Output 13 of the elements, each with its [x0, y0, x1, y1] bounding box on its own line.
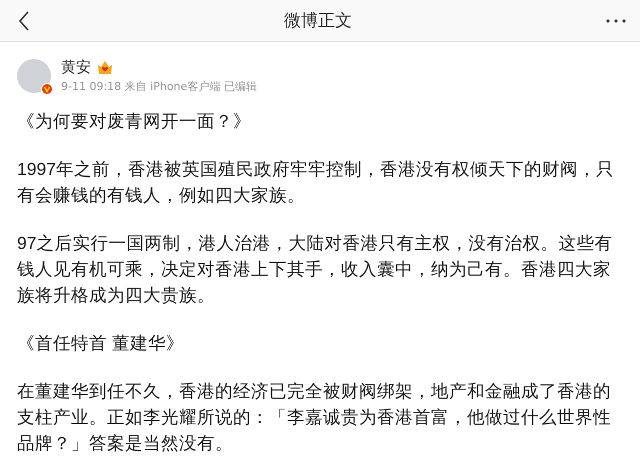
- paragraph: 在董建华到任不久，香港的经济已完全被财阀绑架，地产和金融成了香港的支柱产业。正如李光耀所说的：「李嘉诚贵为香港首富，他做过什么世界性品牌？」答案是当然没有。: [17, 380, 612, 455]
- paragraph: 《为何要对废青网开一面？》: [17, 110, 252, 133]
- back-icon: [18, 10, 30, 30]
- page-title: 微博正文: [284, 10, 352, 32]
- author-name[interactable]: 黄安: [61, 58, 91, 77]
- paragraph: 97之后实行一国两制，港人治港，大陆对香港只有主权，没有治权。这些有钱人见有机可乘，决定对香港上下其手，收入囊中，纳为己有。香港四大家族将升格成为四大贵族。: [17, 232, 614, 307]
- crown-badge-icon: [97, 60, 113, 75]
- post-meta: 9-11 09:18 来自 iPhone客户端 已编辑: [61, 79, 257, 94]
- more-icon: [606, 18, 626, 22]
- paragraph: 1997年之前，香港被英国殖民政府牢牢控制，香港没有权倾天下的财阀，只有会赚钱的有钱人，例如四大家族。: [17, 158, 615, 207]
- avatar[interactable]: [17, 59, 51, 93]
- verified-badge-icon: [41, 83, 53, 95]
- paragraph: 《首任特首 董建华》: [17, 332, 185, 355]
